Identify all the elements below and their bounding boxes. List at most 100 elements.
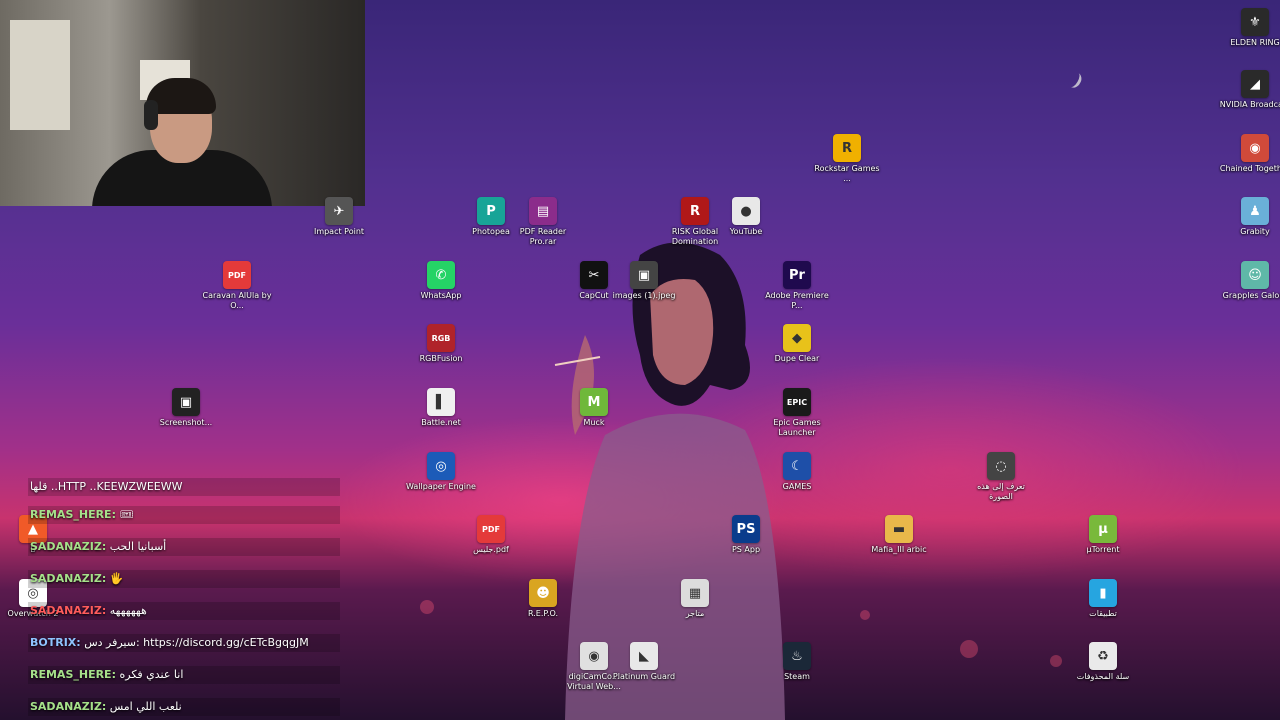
wallpaper-bokeh: [960, 640, 978, 658]
youtube-icon: ●: [732, 197, 760, 225]
wallpaper-bokeh: [420, 600, 434, 614]
desktop-icon-label: Platinum Guard: [612, 672, 676, 681]
desktop-icon-repo[interactable]: ☻ R.E.P.O.: [507, 579, 579, 619]
chat-message: SADANAZIZ: 🖐: [30, 572, 123, 586]
chat-message: BOTRIX: سيرفر دس: https://discord.gg/cET…: [30, 636, 309, 650]
desktop-icon-rgbfusion[interactable]: RGB RGBFusion: [405, 324, 477, 364]
desktop-icon-caravan[interactable]: PDF Caravan AlUla by O...: [201, 261, 273, 311]
platinum-icon: ◣: [630, 642, 658, 670]
chat-message: SADANAZIZ: أسبانيا الحب: [30, 540, 166, 554]
games-icon: ☾: [783, 452, 811, 480]
desktop-icon-games[interactable]: ☾ GAMES: [761, 452, 833, 492]
risk-icon: R: [681, 197, 709, 225]
desktop-icon-label: تطبيقات: [1089, 609, 1117, 618]
chat-text: نلعب اللي امس: [106, 700, 182, 713]
desktop-icon-pdfreader[interactable]: ▤ PDF Reader Pro.rar: [507, 197, 579, 247]
chat-message: SADANAZIZ: ههههههه: [30, 604, 147, 618]
desktop-icon-impact[interactable]: ✈ Impact Point: [303, 197, 375, 237]
stream-chat-overlay: قلها ..HTTP ..KEEWZWEEWW REMAS_HERE: 🎟 SAD…: [0, 478, 345, 720]
desktop-icon-label: Adobe Premiere P...: [765, 291, 829, 310]
chat-message: REMAS_HERE: 🎟: [30, 508, 133, 522]
chat-message: قلها ..HTTP ..KEEWZWEEWW: [30, 480, 183, 494]
desktop-icon-label: Caravan AlUla by O...: [202, 291, 272, 310]
chat-username: REMAS_HERE:: [30, 508, 116, 521]
rgbfusion-icon: RGB: [427, 324, 455, 352]
desktop-icon-label: images (1).jpeg: [612, 291, 676, 300]
desktop-icon-recycle[interactable]: ♻ سلة المحذوفات: [1067, 642, 1139, 682]
dupeclear-icon: ◆: [783, 324, 811, 352]
desktop-icon-nvidia[interactable]: ◢ NVIDIA Broadcast: [1219, 70, 1280, 110]
mafia-icon: ▬: [885, 515, 913, 543]
chat-username: SADANAZIZ:: [30, 540, 107, 553]
elden-ring-icon: ⚜: [1241, 8, 1269, 36]
chat-text: ههههههه: [106, 604, 147, 617]
desktop-icon-label: PDF Reader Pro.rar: [519, 227, 567, 246]
desktop-icon-label: YouTube: [729, 227, 763, 236]
desktop-icon-mafia[interactable]: ▬ Mafia_III arbic: [863, 515, 935, 555]
desktop-icon-steam[interactable]: ♨ Steam: [761, 642, 833, 682]
headset-icon: [144, 100, 158, 130]
desktop-icon-elden-ring[interactable]: ⚜ ELDEN RING: [1219, 8, 1280, 48]
chat-text: سيرفر دس: https://discord.gg/cETcBgqgJM: [80, 636, 309, 649]
desktop-icon-chained[interactable]: ◉ Chained Together: [1219, 134, 1280, 174]
desktop-icon-grabity[interactable]: ♟ Grabity: [1219, 197, 1280, 237]
desktop-icon-muck[interactable]: M Muck: [558, 388, 630, 428]
grabity-icon: ♟: [1241, 197, 1269, 225]
desktop-icon-tatbiqat[interactable]: ▮ تطبيقات: [1067, 579, 1139, 619]
desktop-icon-wallpaper[interactable]: ◎ Wallpaper Engine: [405, 452, 477, 492]
desktop-icon-label: سلة المحذوفات: [1076, 672, 1130, 681]
repo-icon: ☻: [529, 579, 557, 607]
wallpaper-icon: ◎: [427, 452, 455, 480]
impact-icon: ✈: [325, 197, 353, 225]
desktop-icon-label: تعرف إلى هذه الصورة: [977, 482, 1025, 501]
desktop-icon-label: Muck: [583, 418, 605, 427]
desktop-icon-grapples[interactable]: ☺ Grapples Galore: [1219, 261, 1280, 301]
nvidia-icon: ◢: [1241, 70, 1269, 98]
desktop-icon-label: R.E.P.O.: [527, 609, 559, 618]
desktop-icon-epic[interactable]: EPIC Epic Games Launcher: [761, 388, 833, 438]
desktop-icon-battlenet[interactable]: ▌ Battle.net: [405, 388, 477, 428]
whatsapp-icon: ✆: [427, 261, 455, 289]
desktop-icon-dupeclear[interactable]: ◆ Dupe Clear: [761, 324, 833, 364]
capcut-icon: ✂: [580, 261, 608, 289]
chat-text: انا عندي فكره: [115, 668, 184, 681]
screenshot-icon: ▣: [172, 388, 200, 416]
rockstar-icon: R: [833, 134, 861, 162]
chat-text: 🎟: [115, 508, 134, 521]
desktop-icon-label: NVIDIA Broadcast: [1219, 100, 1280, 109]
recycle-icon: ♻: [1089, 642, 1117, 670]
desktop-icon-pdf-jalis[interactable]: PDF جليس.pdf: [455, 515, 527, 555]
images-icon: ▣: [630, 261, 658, 289]
pdfreader-icon: ▤: [529, 197, 557, 225]
premiere-icon: Pr: [783, 261, 811, 289]
pdf-jalis-icon: PDF: [477, 515, 505, 543]
desktop-icon-label: GAMES: [782, 482, 812, 491]
desktop-icon-label: Grabity: [1240, 227, 1270, 236]
caravan-icon: PDF: [223, 261, 251, 289]
desktop-icon-label: Rockstar Games ...: [814, 164, 880, 183]
desktop-icon-premiere[interactable]: Pr Adobe Premiere P...: [761, 261, 833, 311]
desktop-icon-label: Battle.net: [421, 418, 461, 427]
chat-username: REMAS_HERE:: [30, 668, 116, 681]
chat-text: 🖐: [106, 572, 124, 585]
chat-message: SADANAZIZ: نلعب اللي امس: [30, 700, 182, 714]
desktop-icon-arabic-ui[interactable]: ◌ تعرف إلى هذه الصورة: [965, 452, 1037, 502]
chat-text: قلها ..HTTP ..KEEWZWEEWW: [30, 480, 183, 493]
arabic-ui-icon: ◌: [987, 452, 1015, 480]
wallpaper-moon: [1064, 69, 1085, 91]
desktop-icon-images[interactable]: ▣ images (1).jpeg: [608, 261, 680, 301]
wallpaper-bokeh: [1050, 655, 1062, 667]
desktop-icon-utorrent[interactable]: µ µTorrent: [1067, 515, 1139, 555]
desktop-icon-platinum[interactable]: ◣ Platinum Guard: [608, 642, 680, 682]
desktop-icon-youtube[interactable]: ● YouTube: [710, 197, 782, 237]
muck-icon: M: [580, 388, 608, 416]
desktop-icon-whatsapp[interactable]: ✆ WhatsApp: [405, 261, 477, 301]
desktop-icon-screenshot[interactable]: ▣ Screenshot...: [150, 388, 222, 428]
desktop-icon-label: Steam: [784, 672, 810, 681]
utorrent-icon: µ: [1089, 515, 1117, 543]
desktop-icon-matajir[interactable]: ▦ متاجر: [659, 579, 731, 619]
chat-message: REMAS_HERE: انا عندي فكره: [30, 668, 183, 682]
desktop-icon-rockstar[interactable]: R Rockstar Games ...: [811, 134, 883, 184]
desktop-icon-psapp[interactable]: PS PS App: [710, 515, 782, 555]
desktop-icon-label: Dupe Clear: [774, 354, 820, 363]
